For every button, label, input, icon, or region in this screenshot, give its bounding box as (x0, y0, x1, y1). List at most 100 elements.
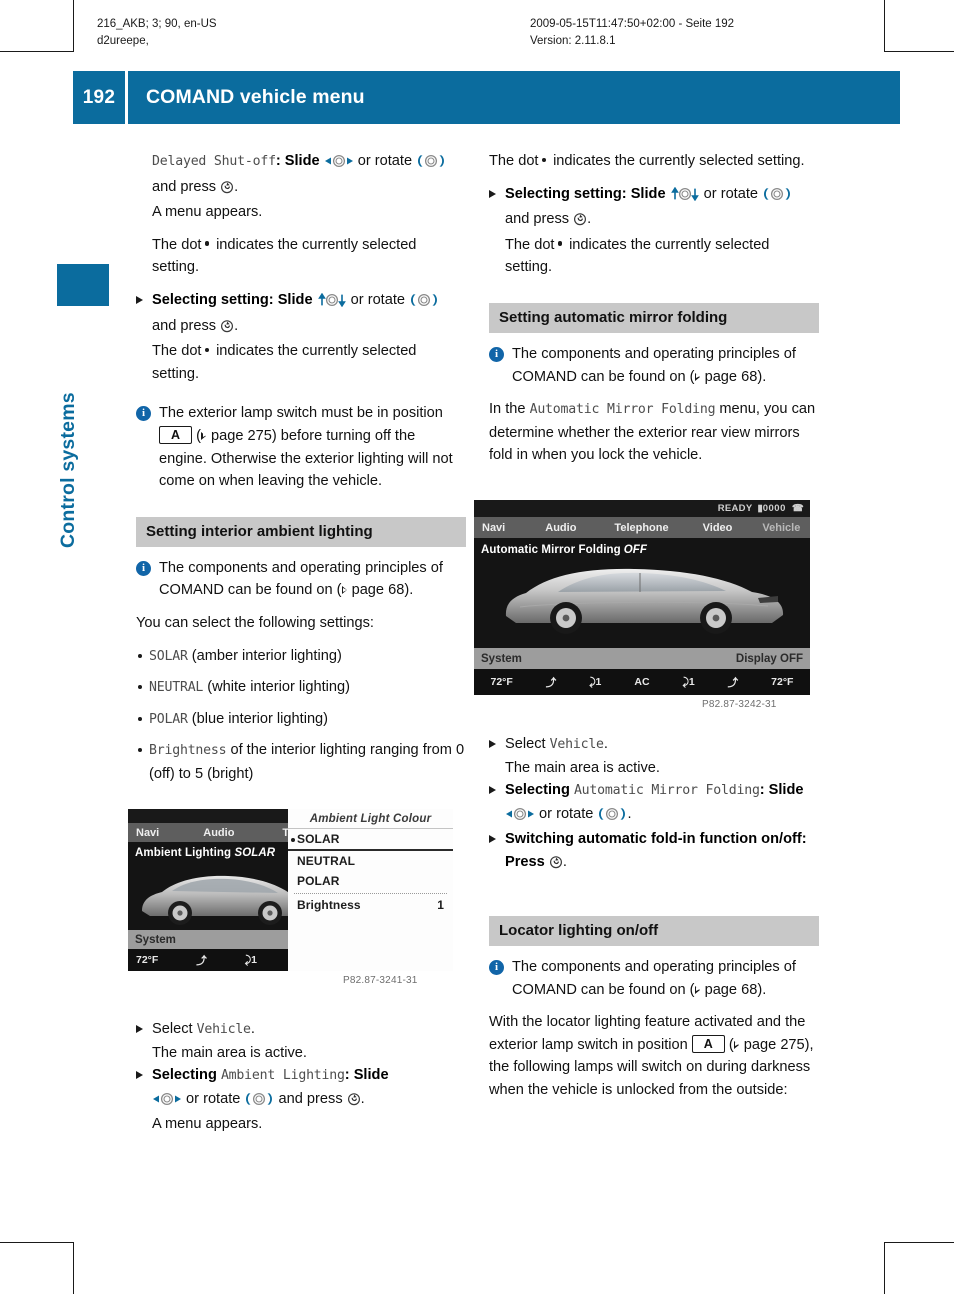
popup-row-polar[interactable]: POLAR (288, 871, 453, 891)
list-item-brightness: Brightness of the interior lighting rang… (136, 739, 466, 785)
chapter-tab-marker (57, 264, 109, 306)
selecting-rotate-text: or rotate (182, 1090, 245, 1107)
term-vehicle: Vehicle (196, 1022, 251, 1037)
note-lamp-switch-part1: The exterior lamp switch must be in posi… (159, 405, 443, 422)
crop-mark-bottom-left (73, 1242, 74, 1294)
right-column-locator: Locator lighting on/off i The components… (489, 916, 819, 1102)
mirror-intro-a: In the (489, 401, 530, 418)
document-header: 216_AKB; 3; 90, en-US d2ureepe, 2009-05-… (0, 16, 954, 52)
selecting-setting-label: Selecting setting (152, 291, 269, 308)
menu-item-vehicle[interactable]: Vehicle (762, 522, 800, 534)
list-item-polar: POLAR (blue interior lighting) (136, 708, 466, 732)
right-dot-note-2-before: The dot (505, 236, 555, 253)
dot-note-2-before: The dot (152, 343, 202, 360)
delayed-shutoff-result: A menu appears. (152, 204, 263, 221)
press-icon (549, 854, 563, 877)
system-button[interactable]: System (135, 934, 176, 946)
cross-reference-icon (694, 985, 701, 994)
right-dot-note-1-after: indicates the currently selected setting… (553, 153, 805, 169)
setting-term-polar: POLAR (149, 711, 188, 727)
note-comand-reference-ambient: i The components and operating principle… (136, 557, 466, 602)
climate-temp-left: 72°F (136, 954, 159, 966)
system-button[interactable]: System (481, 653, 522, 665)
page-title: COMAND vehicle menu (146, 86, 365, 108)
popup-row-neutral-label: NEUTRAL (297, 854, 356, 868)
selection-dot-icon (204, 347, 209, 353)
popup-row-solar[interactable]: SOLAR (288, 829, 453, 851)
term-automatic-mirror-folding: Automatic Mirror Folding (529, 402, 716, 418)
cross-reference-icon (694, 372, 701, 381)
popup-row-brightness-value: 1 (437, 898, 444, 912)
crop-mark-bottom-left-h (0, 1242, 74, 1243)
right-dot-note-1: The dot indicates the currently selected… (489, 150, 819, 173)
popup-row-brightness-label: Brightness (297, 898, 361, 912)
crop-mark-bottom-right (884, 1242, 885, 1294)
slide-horizontal-icon (152, 1091, 182, 1114)
setting-desc-neutral: (white interior lighting) (203, 679, 350, 696)
note-comand-reference-locator: i The components and operating principle… (489, 956, 819, 1001)
menu-item-navi[interactable]: Navi (136, 827, 159, 839)
note-lamp-switch-xref: page 275 (211, 427, 272, 444)
step-select-vehicle-mirror: Select Vehicle. The main area is active. (489, 733, 819, 779)
popup-row-neutral[interactable]: NEUTRAL (288, 851, 453, 871)
climate-temp-left: 72°F (490, 676, 513, 688)
section-heading-ambient-lighting: Setting interior ambient lighting (136, 516, 466, 547)
step-triangle-icon (136, 1025, 143, 1033)
menu-item-telephone[interactable]: Telephone (614, 522, 668, 534)
menu-item-video[interactable]: Video (703, 522, 733, 534)
header-document-id: 216_AKB; 3; 90, en-US (97, 18, 217, 30)
bullet-icon (138, 685, 142, 690)
climate-airflow-left-icon: ⤴ (545, 676, 557, 689)
selecting-rotate-text: or rotate (535, 805, 598, 822)
step-selecting-ambient-lighting: Selecting Ambient Lighting: Slide or rot… (136, 1064, 466, 1136)
selected-dot-icon (291, 838, 295, 842)
main-title-bold: Ambient Lighting (135, 847, 235, 859)
step-switching-fold-in-function: Switching automatic fold-in function on/… (489, 828, 819, 876)
step-triangle-icon (489, 786, 496, 795)
status-counter: 0000 (762, 503, 786, 514)
selection-dot-icon (204, 241, 209, 246)
header-timestamp: 2009-05-15T11:47:50+02:00 - Seite 192 (530, 18, 735, 30)
press-icon (220, 179, 234, 202)
page-number: 192 (82, 86, 116, 108)
selecting-label: Selecting (152, 1067, 221, 1084)
display-status-bar: READY ▮ 0000 ☎ (474, 500, 810, 517)
step-triangle-icon (489, 189, 496, 198)
display-off-button[interactable]: Display OFF (736, 653, 803, 665)
note-comand-reference-mirror: i The components and operating principle… (489, 343, 819, 388)
menu-item-navi[interactable]: Navi (482, 522, 505, 534)
figure-caption-mirror: P82.87-3242-31 (702, 699, 777, 710)
menu-item-audio[interactable]: Audio (545, 522, 576, 534)
setting-term-neutral: NEUTRAL (149, 680, 204, 696)
chapter-name: Control systems (57, 392, 79, 548)
bullet-icon (138, 748, 142, 753)
slide-horizontal-icon (505, 806, 535, 829)
popup-row-brightness[interactable]: Brightness 1 (288, 895, 453, 915)
delayed-shutoff-period: . (234, 178, 239, 195)
switching-label: Switching automatic fold-in function on/… (505, 831, 802, 848)
section-heading-mirror-folding: Setting automatic mirror folding (489, 302, 819, 333)
press-icon (347, 1091, 361, 1114)
selecting-setting-press: and press (152, 317, 221, 334)
menu-item-audio[interactable]: Audio (203, 827, 234, 839)
term-vehicle: Vehicle (549, 737, 604, 752)
popup-row-solar-label: SOLAR (297, 832, 340, 846)
popup-title: Ambient Light Colour (288, 809, 453, 829)
note-mirror-xref: page 68 (704, 368, 758, 385)
ambient-intro-text: You can select the following settings: (136, 614, 374, 631)
step-selecting-automatic-mirror-folding: Selecting Automatic Mirror Folding: Slid… (489, 779, 819, 828)
right-selecting-setting-label: Selecting setting (505, 185, 622, 202)
setting-desc-polar: (blue interior lighting) (187, 710, 329, 727)
right-dot-note-1-before: The dot (489, 153, 539, 169)
step-delayed-shutoff: Delayed Shut-off: Slide or rotate and pr… (136, 150, 466, 224)
note-locator-xref: page 68 (704, 981, 758, 998)
selection-dot-icon (541, 157, 546, 162)
dot-note-1-before: The dot (152, 236, 202, 253)
note-ambient-part2: ). (404, 582, 414, 599)
